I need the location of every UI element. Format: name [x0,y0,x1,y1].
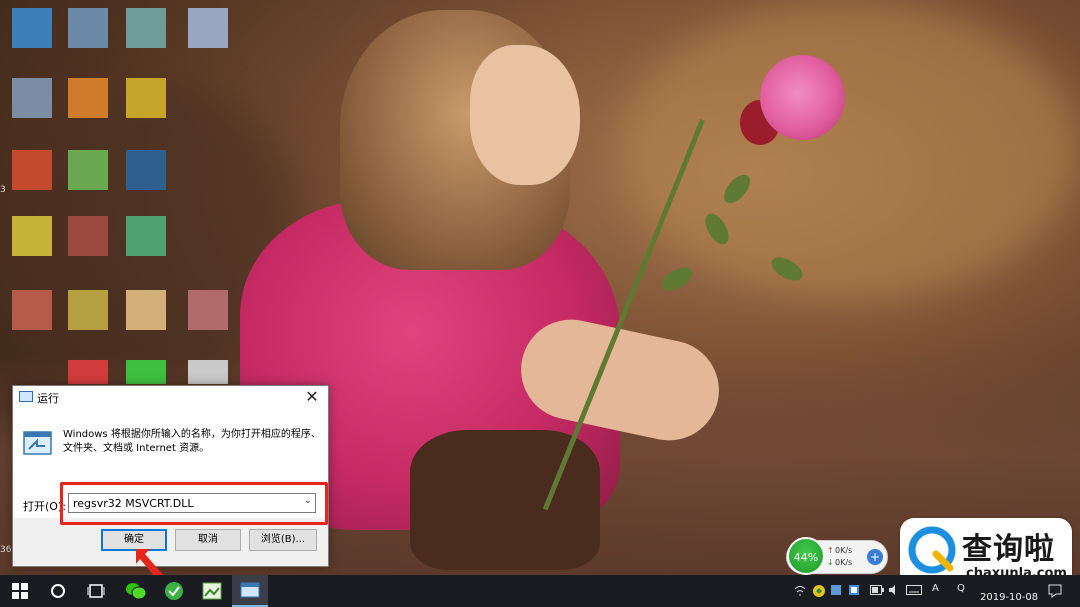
highlight-box [60,482,328,525]
desktop-icon[interactable] [68,360,108,384]
watermark-chinese: 查询啦 [962,532,1055,567]
windows-logo-icon [12,583,28,599]
tray-app-icon[interactable] [830,584,842,596]
watermark-domain: chaxunla.com [966,566,1067,575]
desktop-icon[interactable] [68,8,108,48]
taskbar-wechat[interactable] [118,575,154,607]
wifi-icon[interactable] [794,585,806,597]
download-speed: 0K/s [835,558,853,567]
desktop-icon[interactable] [12,78,52,118]
edge-mark: 3 [0,185,6,195]
photo-app-icon [202,582,222,600]
volume-icon[interactable] [888,584,900,596]
desktop-icon[interactable] [68,78,108,118]
taskbar: A Q 2019-10-08 [0,575,1080,607]
taskbar-date[interactable]: 2019-10-08 [980,592,1038,603]
memory-percent: 44% [787,537,825,575]
desktop-icon[interactable] [12,8,52,48]
run-icon [23,431,52,455]
browse-button[interactable]: 浏览(B)... [249,529,317,551]
battery-icon[interactable] [870,585,884,595]
dialog-description: Windows 将根据你所输入的名称，为你打开相应的程序、文件夹、文档或 Int… [63,429,321,454]
language-indicator[interactable]: A [932,583,939,594]
desktop-icon[interactable] [126,360,166,384]
keyboard-icon[interactable] [906,585,922,595]
plus-button[interactable]: + [867,549,883,565]
desktop-icon[interactable] [12,290,52,330]
desktop-icon[interactable] [126,290,166,330]
task-view-button[interactable] [78,575,114,607]
run-app-icon [19,391,33,402]
start-button[interactable] [2,575,38,607]
desktop-icon[interactable] [68,216,108,256]
close-icon[interactable]: ✕ [302,387,322,407]
tray-app-icon[interactable] [848,584,860,596]
desktop-icon[interactable] [12,150,52,190]
ime-indicator[interactable]: Q [957,583,965,594]
network-speed-widget[interactable]: 44% ↑ 0K/s ↓ 0K/s + [786,537,888,575]
cortana-circle-icon [51,584,65,598]
edge-mark: 36 [0,545,12,555]
watermark: 查询啦 chaxunla.com [900,518,1072,575]
desktop-icon[interactable] [68,290,108,330]
taskbar-app-green[interactable] [156,575,192,607]
desktop-icon[interactable] [68,150,108,190]
dialog-body: Windows 将根据你所输入的名称，为你打开相应的程序、文件夹、文档或 Int… [13,408,328,525]
upload-arrow-icon: ↑ [827,546,834,555]
desktop: 3 36 运行 ✕ Windows 将根据你所输入的名称，为你打开相应的程序、文… [0,0,1080,575]
green-app-icon [165,582,183,600]
desktop-icon[interactable] [12,216,52,256]
red-arrow-icon [136,549,164,575]
dialog-titlebar[interactable]: 运行 ✕ [13,386,328,408]
watermark-logo-icon [908,526,956,574]
photo-face [470,45,580,185]
task-view-icon [87,584,105,598]
download-arrow-icon: ↓ [827,558,834,567]
search-button[interactable] [40,575,76,607]
desktop-icon[interactable] [126,8,166,48]
photo-boots [410,430,600,570]
upload-speed: 0K/s [835,546,853,555]
desktop-icon[interactable] [126,150,166,190]
wechat-icon [126,583,147,600]
run-dialog: 运行 ✕ Windows 将根据你所输入的名称，为你打开相应的程序、文件夹、文档… [12,385,329,567]
taskbar-run[interactable] [232,575,268,607]
rose-leaf [657,262,697,296]
run-window-icon [240,582,260,598]
desktop-icon[interactable] [126,78,166,118]
dialog-title: 运行 [37,392,59,405]
desktop-icon[interactable] [188,360,228,384]
pink-rose [760,55,845,140]
desktop-icon[interactable] [188,290,228,330]
desktop-icon[interactable] [188,8,228,48]
notification-icon[interactable] [1048,584,1062,598]
desktop-icon[interactable] [126,216,166,256]
tray-app-icon[interactable] [812,584,826,598]
taskbar-app-photo[interactable] [194,575,230,607]
